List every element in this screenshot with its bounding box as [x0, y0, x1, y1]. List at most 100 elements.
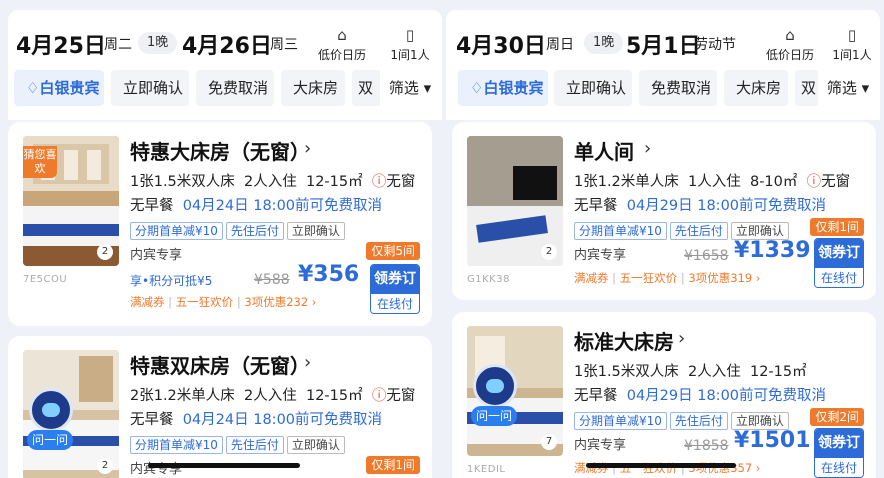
installment-tag: 分期首单减¥10 [130, 436, 223, 454]
rooms-left-badge: 仅剩2间 [810, 408, 864, 426]
pay-online-label: 在线付 [815, 268, 863, 287]
ask-assistant-button[interactable]: 问一问 [471, 406, 517, 426]
checkout-date[interactable]: 5月1日 [626, 28, 701, 60]
book-button[interactable]: 领券订 在线付 [814, 238, 864, 288]
instant-confirm-tag: 立即确认 [286, 436, 345, 454]
filter-queen-bed[interactable]: 大床房 [724, 70, 788, 106]
room-title[interactable]: 特惠双床房（无窗） [130, 350, 310, 379]
cancel-policy: 04月24日 18:00前可免费取消 [182, 198, 383, 214]
filter-sort-button[interactable]: 筛选 ▾ [380, 70, 440, 106]
filter-vip-chip[interactable]: ♢白银贵宾 [14, 70, 104, 106]
date-bar[interactable]: 4月30日 周日 1晚 5月1日 劳动节 ⌂ 低价日历 ▯ 1间1人 [446, 24, 880, 64]
chevron-right-icon: › [678, 328, 686, 349]
filter-twin-bed[interactable]: 双 [795, 70, 819, 106]
door-icon: ▯ [405, 26, 415, 44]
caret-down-icon: ▾ [423, 79, 432, 97]
member-exclusive: 内宾专享 [130, 248, 183, 263]
room-photo[interactable]: 问一问 7 [467, 326, 563, 456]
checkout-weekday: 周三 [270, 37, 298, 53]
room-card[interactable]: 2 G1KK38 单人间 › 1张1.2米单人床 1人入住 8-10㎡ ⓘ无窗 … [452, 122, 876, 300]
filter-queen-bed[interactable]: 大床房 [281, 70, 345, 106]
chevron-right-icon: › [752, 461, 761, 475]
room-title[interactable]: 单人间 [574, 136, 634, 165]
current-price: ¥1339 [734, 238, 811, 263]
info-circle-icon: ⓘ [371, 388, 387, 404]
checkin-date[interactable]: 4月25日 [16, 28, 106, 60]
chevron-right-icon: › [644, 138, 652, 159]
filter-instant-confirm[interactable]: 立即确认 [554, 70, 632, 106]
room-photo[interactable]: 2 [467, 136, 563, 266]
room-policy: 无早餐 04月24日 18:00前可免费取消 [130, 412, 383, 428]
door-icon: ▯ [847, 26, 857, 44]
room-photo[interactable]: 猜您喜欢 2 [23, 136, 119, 266]
home-indicator [148, 463, 300, 468]
date-bar[interactable]: 4月25日 周二 1晚 4月26日 周三 ⌂ 低价日历 ▯ 1间1人 [8, 24, 442, 64]
price-calendar-button[interactable]: ⌂ 低价日历 [762, 24, 818, 63]
current-price: ¥356 [298, 262, 360, 287]
rooms-left-badge: 仅剩5间 [366, 242, 420, 260]
promo-line[interactable]: 满减券 | 五一狂欢价 | 3项优惠319 › [574, 270, 760, 286]
filter-free-cancel[interactable]: 免费取消 [196, 70, 274, 106]
book-button[interactable]: 领券订 在线付 [370, 264, 420, 314]
installment-tag: 分期首单减¥10 [574, 412, 667, 430]
points-offset: 享•积分可抵¥5 [130, 274, 213, 288]
price-calendar-label: 低价日历 [765, 48, 814, 62]
book-button[interactable]: 领券订 在线付 [814, 428, 864, 478]
room-policy: 无早餐 04月24日 18:00前可免费取消 [130, 198, 383, 214]
checkin-weekday: 周日 [546, 37, 574, 53]
rooms-guests-button[interactable]: ▯ 1间1人 [824, 24, 880, 63]
checkout-date[interactable]: 4月26日 [182, 28, 272, 60]
instant-confirm-tag: 立即确认 [286, 222, 345, 240]
filter-instant-confirm[interactable]: 立即确认 [111, 70, 189, 106]
checkin-date[interactable]: 4月30日 [456, 28, 546, 60]
pay-later-tag: 先住后付 [225, 222, 284, 240]
benefit-tags: 分期首单减¥10 先住后付 立即确认 [574, 410, 792, 430]
photo-count-badge: 2 [541, 244, 557, 260]
original-price: ¥588 [254, 272, 290, 288]
search-header: 4月25日 周二 1晚 4月26日 周三 ⌂ 低价日历 ▯ 1间1人 ♢白银贵宾… [8, 10, 442, 120]
room-card[interactable]: 问一问 7 1KEDIL 标准大床房 › 1张1.5米双人床 2人入住 12-1… [452, 312, 876, 478]
installment-tag: 分期首单减¥10 [130, 222, 223, 240]
rooms-guests-button[interactable]: ▯ 1间1人 [382, 24, 438, 63]
calendar-building-icon: ⌂ [785, 26, 795, 44]
photo-count-badge: 2 [97, 244, 113, 260]
diamond-icon: ♢ [26, 79, 40, 97]
price-calendar-label: 低价日历 [317, 48, 366, 62]
cancel-policy: 04月24日 18:00前可免费取消 [182, 412, 383, 428]
promo-line[interactable]: 满减券 | 五一狂欢价 | 3项优惠232 › [130, 294, 316, 310]
assistant-robot-icon [29, 388, 73, 432]
room-policy: 无早餐 04月29日 18:00前可免费取消 [574, 198, 827, 214]
rooms-left-badge: 仅剩1间 [366, 456, 420, 474]
caret-down-icon: ▾ [861, 79, 870, 97]
filter-twin-bed[interactable]: 双 [352, 70, 382, 106]
benefit-tags: 分期首单减¥10 先住后付 立即确认 [130, 434, 348, 454]
ask-assistant-button[interactable]: 问一问 [27, 430, 73, 450]
filter-chips: ♢白银贵宾 立即确认 免费取消 大床房 双 筛选 ▾ [8, 70, 442, 108]
cancel-policy: 04月29日 18:00前可免费取消 [626, 198, 827, 214]
nights-badge: 1晚 [584, 32, 624, 54]
chevron-right-icon: › [308, 295, 317, 309]
filter-vip-chip[interactable]: ♢白银贵宾 [458, 70, 548, 106]
pay-later-tag: 先住后付 [669, 412, 728, 430]
room-title[interactable]: 标准大床房 [574, 326, 674, 355]
price-calendar-button[interactable]: ⌂ 低价日历 [314, 24, 370, 63]
room-card[interactable]: 猜您喜欢 2 7E5COU 特惠大床房（无窗） › 1张1.5米双人床 2人入住… [8, 122, 432, 326]
calendar-building-icon: ⌂ [337, 26, 347, 44]
date-pane-right: 4月30日 周日 1晚 5月1日 劳动节 ⌂ 低价日历 ▯ 1间1人 ♢白银贵宾… [446, 0, 880, 478]
photo-count-badge: 7 [541, 434, 557, 450]
filter-free-cancel[interactable]: 免费取消 [639, 70, 717, 106]
room-photo[interactable]: 问一问 2 [23, 350, 119, 478]
room-code: 1KEDIL [467, 464, 506, 475]
diamond-icon: ♢ [470, 79, 484, 97]
room-title[interactable]: 特惠大床房（无窗） [130, 136, 310, 165]
room-card[interactable]: 问一问 2 特惠双床房（无窗） › 2张1.2米单人床 2人入住 12-15㎡ … [8, 336, 432, 478]
room-code: 7E5COU [23, 274, 68, 285]
guess-you-like-badge: 猜您喜欢 [23, 146, 57, 178]
installment-tag: 分期首单减¥10 [574, 222, 667, 240]
room-code: G1KK38 [467, 274, 510, 285]
cancel-policy: 04月29日 18:00前可免费取消 [626, 388, 827, 404]
filter-sort-button[interactable]: 筛选 ▾ [818, 70, 878, 106]
book-button-label: 领券订 [815, 429, 863, 458]
pay-later-tag: 先住后付 [669, 222, 728, 240]
room-specs: 2张1.2米单人床 2人入住 12-15㎡ ⓘ无窗 [130, 388, 416, 404]
